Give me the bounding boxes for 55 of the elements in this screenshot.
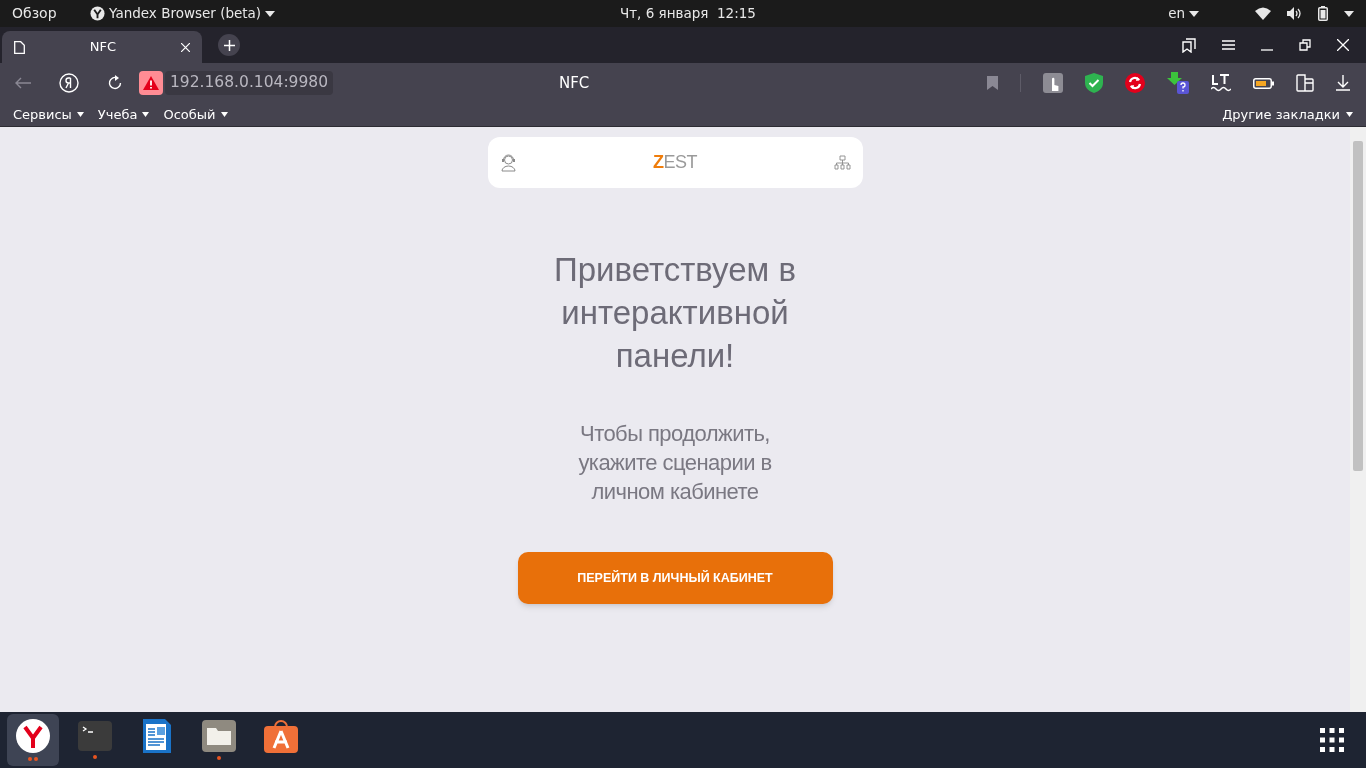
- caret-icon: [1346, 112, 1353, 117]
- other-bookmarks-button[interactable]: Другие закладки: [1222, 104, 1340, 125]
- bookmark-folder[interactable]: Особый: [163, 104, 216, 125]
- caret-icon: [142, 112, 150, 117]
- reload-icon[interactable]: [107, 75, 123, 91]
- folder-app-icon: [202, 720, 236, 752]
- yandex-app-icon: [16, 719, 50, 753]
- document-app-icon: [143, 719, 171, 753]
- wifi-icon: [1255, 7, 1271, 20]
- caret-icon: [1189, 10, 1199, 17]
- volume-icon: [1287, 7, 1302, 20]
- collections-icon[interactable]: [1182, 37, 1196, 53]
- sidebar-panel-icon[interactable]: [1296, 74, 1314, 92]
- caret-icon: [265, 10, 276, 17]
- bookmark-icon[interactable]: [987, 76, 998, 90]
- caret-icon: [1344, 10, 1354, 17]
- terminal-app-icon: [78, 721, 112, 751]
- back-icon[interactable]: [15, 77, 31, 89]
- menu-icon[interactable]: [1222, 40, 1235, 50]
- welcome-heading: Приветствуем в интерактивной панели!: [553, 250, 797, 376]
- headset-person-icon[interactable]: [499, 153, 517, 172]
- battery-icon: [1318, 6, 1328, 21]
- bookmark-folder[interactable]: Сервисы: [13, 104, 72, 125]
- page-icon: [14, 40, 25, 54]
- caret-icon: [76, 112, 84, 117]
- yandex-button-icon[interactable]: [59, 73, 79, 93]
- lt-wave-icon[interactable]: [1211, 74, 1231, 92]
- activities-button[interactable]: Обзор: [12, 3, 90, 24]
- shopping-bag-app-icon: [264, 719, 298, 753]
- dock-item[interactable]: [7, 714, 59, 766]
- download-question-icon[interactable]: [1167, 72, 1189, 94]
- page-title: NFC: [559, 72, 590, 94]
- language-indicator[interactable]: en: [1168, 3, 1185, 24]
- shield-check-icon[interactable]: [1085, 73, 1103, 93]
- app-grid-icon[interactable]: [1320, 728, 1344, 752]
- browser-logo-icon: [90, 6, 105, 21]
- zest-logo: ZEST: [652, 151, 698, 174]
- app-menu[interactable]: Yandex Browser (beta): [109, 3, 262, 24]
- restore-icon[interactable]: [1299, 39, 1311, 51]
- bookmark-folder[interactable]: Учеба: [97, 104, 138, 125]
- address-field[interactable]: 192.168.0.104:9980: [165, 71, 334, 95]
- clock[interactable]: Чт, 6 января 12:15: [620, 3, 756, 24]
- close-tab-icon[interactable]: [181, 42, 190, 52]
- plus-icon: [223, 39, 235, 51]
- close-icon[interactable]: [1337, 39, 1349, 51]
- caret-icon: [220, 112, 228, 117]
- battery-icon[interactable]: [1253, 77, 1274, 89]
- download-icon[interactable]: [1336, 75, 1350, 91]
- instruction-text: Чтобы продолжить, укажите сценарии в личном кабинете: [577, 420, 773, 506]
- warning-icon: [143, 76, 159, 90]
- browser-tab[interactable]: NFC: [2, 31, 202, 63]
- sync-arrows-icon[interactable]: [1125, 73, 1145, 93]
- scrollbar[interactable]: [1350, 127, 1366, 712]
- new-tab-button[interactable]: [218, 34, 240, 56]
- hierarchy-icon[interactable]: [833, 155, 851, 170]
